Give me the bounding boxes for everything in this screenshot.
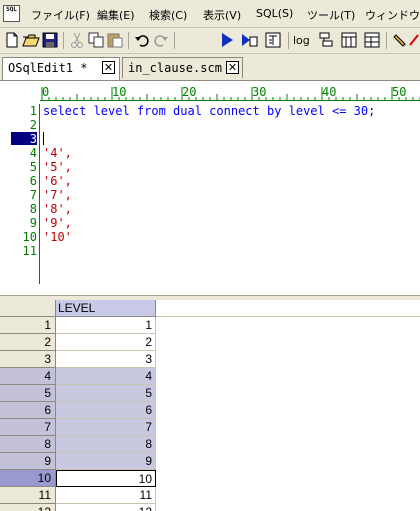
grid-cell-level[interactable]: 11 [56,487,156,504]
menu-file[interactable]: ファイル(F) [31,7,90,23]
log-button[interactable]: log [293,34,313,52]
line-number-current: 3 [29,132,37,146]
menu-edit[interactable]: 編集(E) [97,7,135,23]
save-icon[interactable] [41,31,59,49]
grid-b-icon[interactable] [340,31,358,49]
grid-a-icon[interactable] [317,31,335,49]
code-line[interactable]: select level from dual connect by level … [43,104,375,118]
grid-c-icon[interactable] [363,31,381,49]
grid-cell-level[interactable]: 2 [56,334,156,351]
code-line[interactable]: '6', [43,174,72,188]
line-number: 8 [29,202,37,216]
row-header[interactable]: 6 [0,402,56,419]
open-folder-icon[interactable] [22,31,40,49]
close-icon[interactable]: ✕ [226,61,239,74]
grid-cell-level[interactable]: 12 [56,504,156,511]
copy-icon[interactable] [87,31,105,49]
code-line[interactable]: '7', [43,188,72,202]
execute-icon[interactable] [218,31,236,49]
result-grid[interactable]: LEVEL 112233445566778899101011111212 [0,300,420,511]
redo-icon[interactable] [152,31,170,49]
grid-corner[interactable] [0,300,56,317]
toolbar-separator [288,32,289,49]
row-header[interactable]: 11 [0,487,56,504]
tab-label: OSqlEdit1 * [8,61,88,75]
menu-tools[interactable]: ツール(T) [307,7,355,23]
code-line[interactable]: '5', [43,160,72,174]
execute-step-icon[interactable] [240,31,258,49]
sql-editor[interactable]: 0 10 20 30 40 50 1 2 3 4 5 6 7 8 9 10 11… [0,81,420,295]
column-ruler: 0 10 20 30 40 50 [40,84,420,101]
line-number: 10 [22,230,37,244]
tab-label: in_clause.scm [128,61,222,75]
new-file-icon[interactable] [3,31,21,49]
menu-search[interactable]: 検索(C) [149,7,187,23]
app-icon-text: SQL [6,6,17,13]
line-number: 9 [29,216,37,230]
line-number: 5 [29,160,37,174]
toolbar: log [0,28,420,54]
line-number: 1 [29,104,37,118]
ruler-label: 50 [392,85,407,99]
grid-cell-level[interactable]: 4 [56,368,156,385]
grid-cell-level[interactable]: 3 [56,351,156,368]
line-number: 11 [22,244,37,258]
row-header[interactable]: 4 [0,368,56,385]
toolbar-separator [128,32,129,49]
ruler-ticks [41,87,420,101]
tab-in-clause[interactable]: in_clause.scm ✕ [122,57,243,78]
row-header[interactable]: 5 [0,385,56,402]
row-header[interactable]: 7 [0,419,56,436]
row-header[interactable]: 1 [0,317,56,334]
paste-icon[interactable] [106,31,124,49]
row-header[interactable]: 10 [0,470,56,487]
format-icon[interactable] [408,31,420,49]
toolbar-separator [174,32,175,49]
grid-cell-level[interactable]: 7 [56,419,156,436]
grid-cell-level[interactable]: 1 [56,317,156,334]
grid-cell-level[interactable]: 6 [56,402,156,419]
ruler-label: 10 [112,85,127,99]
toolbar-separator [63,32,64,49]
menu-view[interactable]: 表示(V) [203,7,241,23]
grid-cell-level[interactable]: 9 [56,453,156,470]
code-line[interactable]: '4', [43,146,72,160]
line-number: 4 [29,146,37,160]
grid-cell-level[interactable]: 8 [56,436,156,453]
tab-osqledit1[interactable]: OSqlEdit1 * ✕ [2,57,120,80]
text-caret [43,132,44,145]
grid-cell-level[interactable]: 10 [56,470,156,487]
menu-window[interactable]: ウィンドウ [365,7,420,23]
ruler-label: 0 [42,85,50,99]
cut-icon[interactable] [68,31,86,49]
line-number: 2 [29,118,37,132]
toolbar-separator [386,32,387,49]
undo-icon[interactable] [133,31,151,49]
menu-bar: SQL ファイル(F) 編集(E) 検索(C) 表示(V) SQL(S) ツール… [0,0,420,28]
row-header[interactable]: 9 [0,453,56,470]
grid-cell-level[interactable]: 5 [56,385,156,402]
code-line[interactable]: '8', [43,202,72,216]
line-number: 7 [29,188,37,202]
menu-sql[interactable]: SQL(S) [256,7,293,20]
row-header[interactable]: 2 [0,334,56,351]
line-number: 6 [29,174,37,188]
ruler-label: 20 [182,85,197,99]
column-header-level[interactable]: LEVEL [56,300,156,317]
ruler-label: 30 [252,85,267,99]
code-line[interactable]: '9', [43,216,72,230]
code-line[interactable]: '10' [43,230,72,244]
close-icon[interactable]: ✕ [102,61,115,74]
ruler-label: 40 [322,85,337,99]
gutter-divider [39,104,40,284]
explain-icon[interactable] [264,31,282,49]
ruler-baseline [40,100,420,101]
grid-header-empty [156,300,420,317]
tab-bar: OSqlEdit1 * ✕ in_clause.scm ✕ [0,54,420,81]
row-header[interactable]: 12 [0,504,56,511]
row-header[interactable]: 3 [0,351,56,368]
app-icon[interactable]: SQL [3,5,20,22]
row-header[interactable]: 8 [0,436,56,453]
